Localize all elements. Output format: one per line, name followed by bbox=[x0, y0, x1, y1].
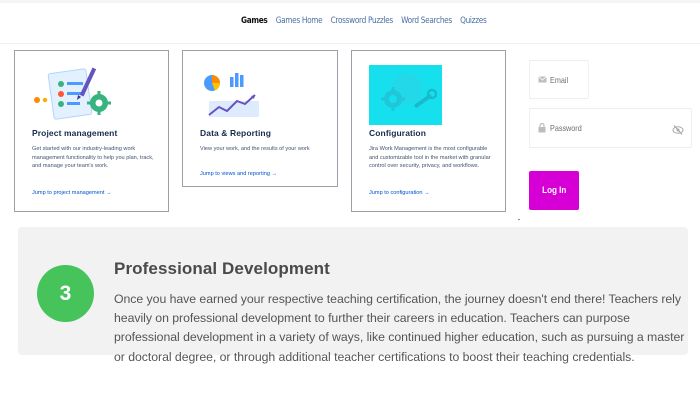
eye-slash-icon[interactable] bbox=[672, 123, 684, 135]
password-placeholder: Password bbox=[550, 123, 582, 133]
lock-icon bbox=[537, 123, 547, 133]
jump-to-views-and-reporting-link[interactable]: Jump to views and reporting → bbox=[200, 171, 277, 177]
password-field[interactable]: Password bbox=[529, 108, 692, 148]
section-title: Professional Development bbox=[114, 259, 330, 278]
gear-wrench-illustration bbox=[369, 65, 442, 125]
divider-mark bbox=[518, 219, 520, 220]
email-field[interactable]: Email bbox=[529, 60, 589, 99]
nav-link-games-home[interactable]: Games Home bbox=[276, 16, 323, 26]
games-nav: Games Games Home Crossword Puzzles Word … bbox=[241, 16, 487, 26]
jump-to-configuration-link[interactable]: Jump to configuration → bbox=[369, 190, 430, 196]
checklist-gear-illustration bbox=[34, 67, 111, 120]
card-title: Project management bbox=[32, 128, 118, 138]
card-description: Jira Work Management is the most configu… bbox=[369, 146, 491, 170]
nav-link-games[interactable]: Games bbox=[241, 16, 268, 26]
card-description: Get started with our industry-leading wo… bbox=[32, 146, 154, 170]
nav-link-crossword-puzzles[interactable]: Crossword Puzzles bbox=[331, 16, 394, 26]
card-description: View your work, and the results of your … bbox=[200, 146, 310, 152]
nav-link-word-searches[interactable]: Word Searches bbox=[401, 16, 452, 26]
envelope-icon bbox=[537, 75, 547, 85]
card-title: Configuration bbox=[369, 128, 427, 138]
configuration-card: Configuration Jira Work Management is th… bbox=[351, 50, 506, 212]
log-in-button[interactable]: Log In bbox=[529, 171, 579, 210]
section-body: Once you have earned your respective tea… bbox=[114, 292, 685, 364]
chart-report-illustration bbox=[204, 73, 259, 117]
log-in-label: Log In bbox=[541, 185, 567, 196]
email-placeholder: Email bbox=[550, 74, 569, 85]
data-reporting-card: Data & Reporting View your work, and the… bbox=[182, 50, 338, 187]
project-management-card: Project management Get started with our … bbox=[14, 50, 169, 212]
top-navigation: Games Games Home Crossword Puzzles Word … bbox=[0, 0, 700, 44]
step-number-badge: 3 bbox=[37, 265, 94, 322]
jump-to-project-management-link[interactable]: Jump to project management → bbox=[32, 190, 112, 196]
nav-link-quizzes[interactable]: Quizzes bbox=[460, 16, 487, 26]
card-title: Data & Reporting bbox=[200, 128, 272, 138]
